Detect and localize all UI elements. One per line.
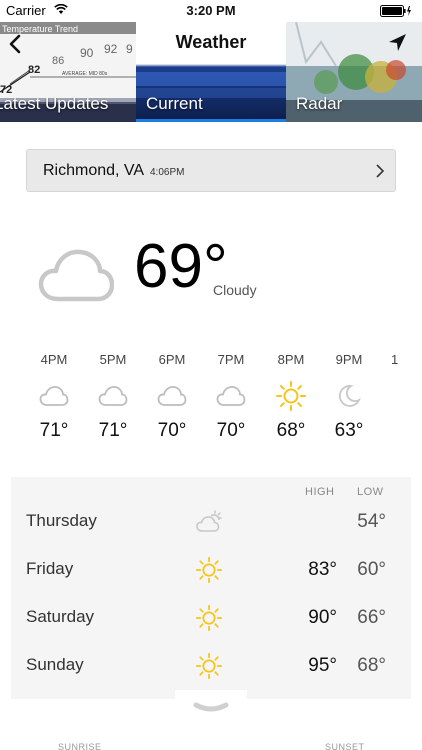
expand-handle[interactable] <box>175 690 247 728</box>
moon-icon <box>339 385 361 407</box>
cloud-icon <box>216 386 246 406</box>
hour-time: 6PM <box>158 352 186 367</box>
header-tabs: Temperature Trend 82 86 90 92 9 72 AVERA… <box>0 22 422 122</box>
day-name: Friday <box>26 559 74 578</box>
current-condition: Cloudy <box>213 282 257 298</box>
hour-time: 8PM <box>277 352 305 367</box>
location-arrow-icon[interactable] <box>386 32 408 54</box>
back-icon[interactable] <box>4 30 28 58</box>
hour-item: 7PM 70° <box>206 352 256 442</box>
status-time: 3:20 PM <box>186 3 236 18</box>
day-low: 66° <box>357 607 386 628</box>
chevron-right-icon <box>376 164 385 178</box>
hour-item: 5PM 71° <box>88 352 138 442</box>
day-row: Thursday 54° <box>11 499 411 547</box>
cloud-icon <box>39 386 69 406</box>
status-bar: Carrier 3:20 PM <box>0 0 422 22</box>
hour-temp: 71° <box>39 420 69 441</box>
day-row: Saturday 90° 66° <box>11 595 411 643</box>
day-name: Sunday <box>26 655 84 674</box>
hour-time: 7PM <box>217 352 245 367</box>
hour-temp: 70° <box>157 420 187 441</box>
high-column-header: HIGH <box>305 486 335 498</box>
cloud-icon <box>98 386 128 406</box>
hour-time: 5PM <box>99 352 127 367</box>
sun-icon <box>276 381 306 411</box>
day-low: 54° <box>357 511 386 532</box>
thumb-value-90: 90 <box>80 46 94 60</box>
active-tab-indicator <box>136 119 286 122</box>
day-high: 83° <box>308 559 337 580</box>
thumb-value-9: 9 <box>126 42 133 56</box>
location-updated-time: 4:06PM <box>150 167 185 178</box>
hour-time: 9PM <box>335 352 363 367</box>
sunset-label: SUNSET <box>325 742 365 750</box>
hour-item: 4PM 71° <box>29 352 79 442</box>
location-selector[interactable]: Richmond, VA 4:06PM <box>26 149 396 192</box>
hour-temp: 70° <box>216 420 246 441</box>
cloud-icon <box>157 386 187 406</box>
sun-icon <box>195 652 223 680</box>
battery-icon <box>380 5 411 17</box>
chevron-down-icon <box>193 702 229 712</box>
hour-temp: 63° <box>334 420 364 441</box>
day-high: 95° <box>308 655 337 676</box>
thumb-chart-note: AVERAGE: MID 80s <box>62 71 108 77</box>
hour-temp: 68° <box>276 420 306 441</box>
daily-forecast: HIGH LOW Thursday 54° Friday 83° 60° Sat… <box>11 477 411 699</box>
day-low: 68° <box>357 655 386 676</box>
day-name: Saturday <box>26 607 95 626</box>
hour-time: 4PM <box>40 352 68 367</box>
hourly-forecast: 4PM 71° 5PM 71° 6PM 70° 7PM 70° 8PM 68° … <box>0 352 422 462</box>
cloud-icon <box>38 249 114 302</box>
page-title: Weather <box>175 32 247 52</box>
hour-item: 8PM 68° <box>266 352 316 442</box>
day-low: 60° <box>357 559 386 580</box>
partly-cloudy-icon <box>196 510 222 532</box>
hour-temp: 71° <box>98 420 128 441</box>
tab-label-latest-updates: Latest Updates <box>0 94 109 113</box>
hour-time-partial: 1 <box>391 352 399 367</box>
day-row: Friday 83° 60° <box>11 547 411 595</box>
day-row: Sunday 95° 68° <box>11 643 411 691</box>
location-city: Richmond, VA <box>43 162 145 179</box>
low-column-header: LOW <box>357 486 384 498</box>
day-high: 90° <box>308 607 337 628</box>
day-name: Thursday <box>26 511 97 530</box>
sun-icon <box>195 604 223 632</box>
thumb-value-86: 86 <box>52 55 64 67</box>
tab-label-current: Current <box>146 94 203 113</box>
hour-item: 6PM 70° <box>147 352 197 442</box>
hour-item: 9PM 63° <box>324 352 374 442</box>
sun-icon <box>195 556 223 584</box>
thumb-value-92: 92 <box>104 42 118 56</box>
sunrise-label: SUNRISE <box>58 742 102 750</box>
tab-label-radar: Radar <box>296 94 343 113</box>
